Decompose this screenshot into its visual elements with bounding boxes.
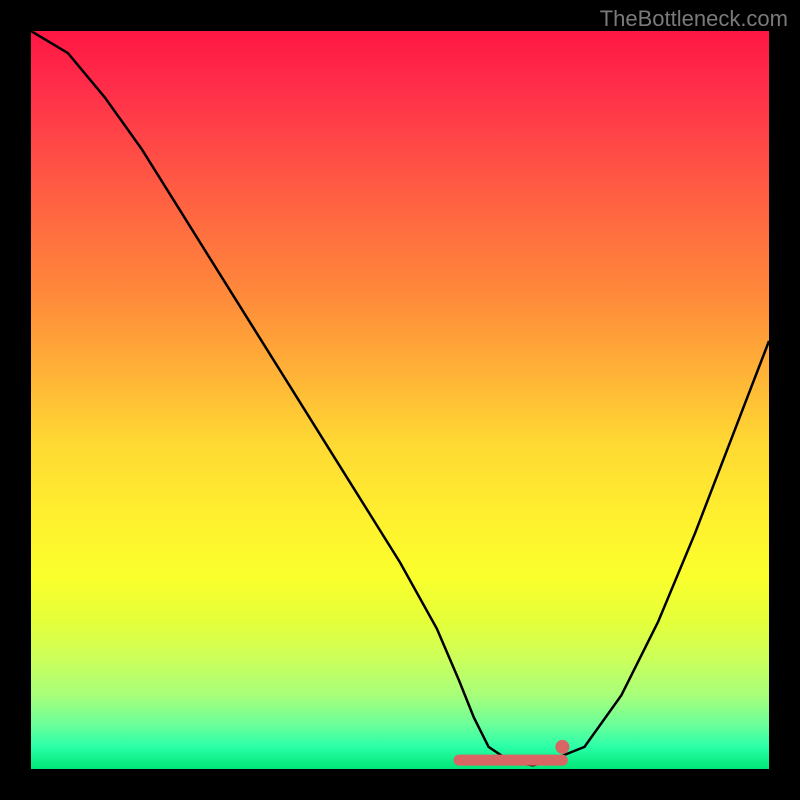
chart-svg <box>31 31 769 769</box>
bottleneck-curve-line <box>31 31 769 765</box>
plot-area <box>31 31 769 769</box>
marker-dot <box>555 740 569 754</box>
watermark-text: TheBottleneck.com <box>600 6 788 32</box>
